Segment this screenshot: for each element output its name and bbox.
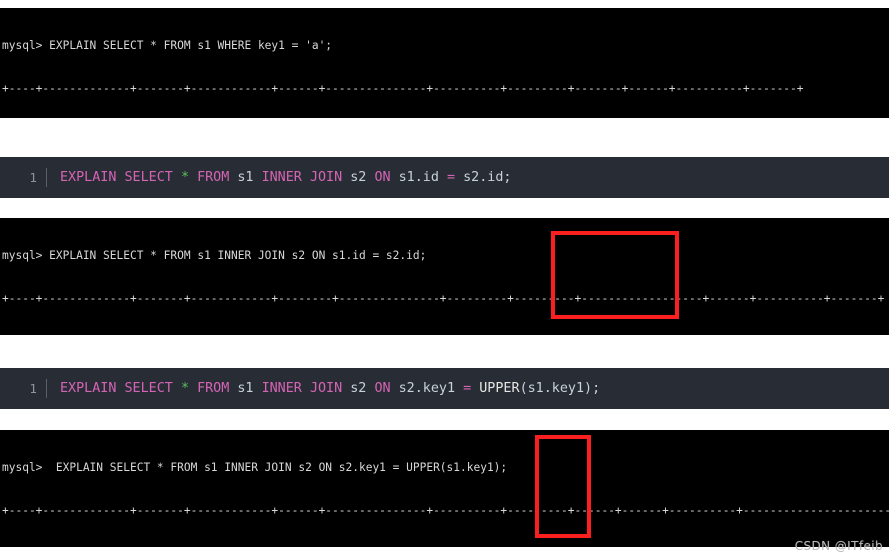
code-block-2-line-number: 1 bbox=[29, 380, 37, 396]
code-block-1-sql[interactable]: EXPLAIN SELECT * FROM s1 INNER JOIN s2 O… bbox=[60, 168, 512, 188]
csdn-watermark: CSDN @ITfeib bbox=[794, 539, 883, 553]
terminal2-rule-top: +----+-------------+-------+------------… bbox=[2, 292, 885, 305]
terminal2-prompt-line: mysql> EXPLAIN SELECT * FROM s1 INNER JO… bbox=[2, 249, 427, 263]
code-block-1-gutter-divider bbox=[46, 168, 47, 187]
terminal-output-2: mysql> EXPLAIN SELECT * FROM s1 INNER JO… bbox=[0, 218, 889, 335]
terminal-output-1: mysql> EXPLAIN SELECT * FROM s1 WHERE ke… bbox=[0, 8, 889, 118]
code-block-1-line-number: 1 bbox=[29, 169, 37, 185]
code-block-2-sql[interactable]: EXPLAIN SELECT * FROM s1 INNER JOIN s2 O… bbox=[60, 379, 600, 399]
terminal-output-3: mysql> EXPLAIN SELECT * FROM s1 INNER JO… bbox=[0, 430, 889, 547]
terminal3-rule-top: +----+-------------+-------+------------… bbox=[2, 504, 889, 517]
code-block-2-gutter-divider bbox=[46, 379, 47, 398]
code-block-1[interactable]: 1 EXPLAIN SELECT * FROM s1 INNER JOIN s2… bbox=[0, 157, 889, 198]
code-block-2[interactable]: 1 EXPLAIN SELECT * FROM s1 INNER JOIN s2… bbox=[0, 368, 889, 409]
terminal1-prompt-line: mysql> EXPLAIN SELECT * FROM s1 WHERE ke… bbox=[2, 39, 333, 53]
terminal1-rule-top: +----+-------------+-------+------------… bbox=[2, 82, 804, 95]
terminal3-prompt-line: mysql> EXPLAIN SELECT * FROM s1 INNER JO… bbox=[2, 461, 508, 475]
